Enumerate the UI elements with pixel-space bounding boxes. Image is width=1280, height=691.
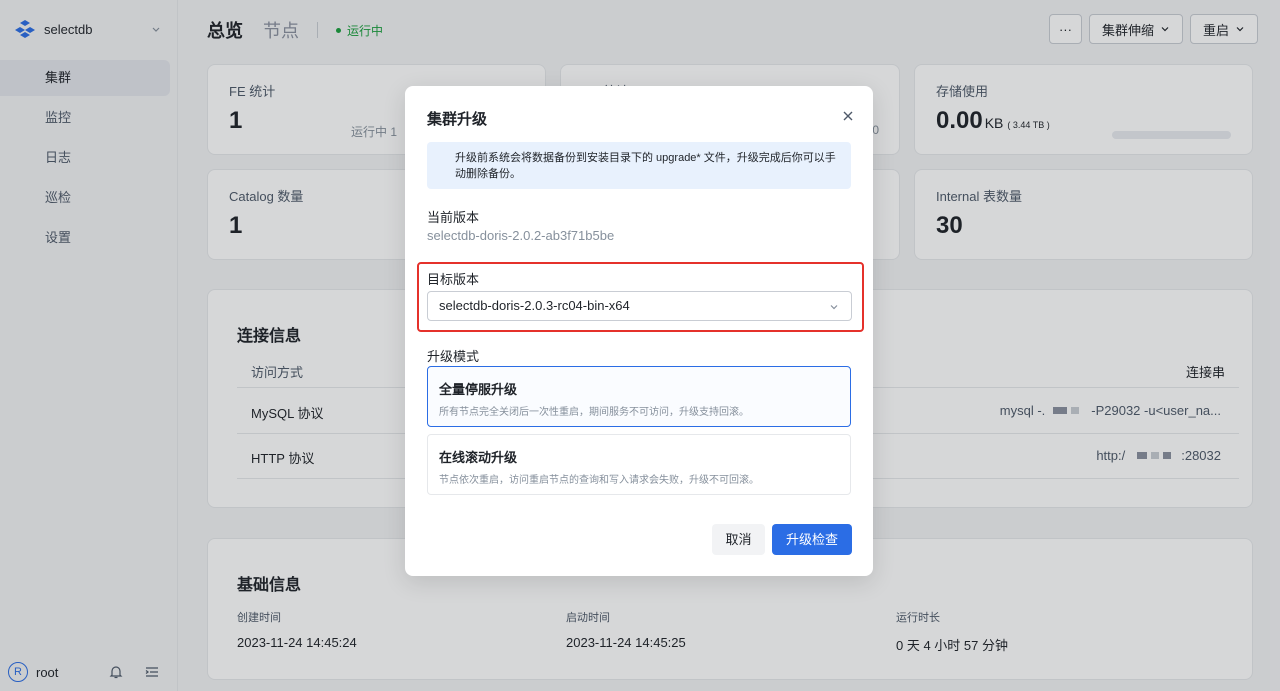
current-version-value: selectdb-doris-2.0.2-ab3f71b5be bbox=[427, 228, 615, 243]
mode-full-title: 全量停服升级 bbox=[439, 382, 518, 397]
close-icon[interactable] bbox=[841, 109, 855, 123]
backup-notice: 升级前系统会将数据备份到安装目录下的 upgrade* 文件，升级完成后你可以手… bbox=[427, 142, 851, 189]
upgrade-check-button[interactable]: 升级检查 bbox=[772, 524, 852, 555]
target-version-select[interactable]: selectdb-doris-2.0.3-rc04-bin-x64 bbox=[427, 291, 852, 321]
mode-rolling-option[interactable]: 在线滚动升级 节点依次重启，访问重启节点的查询和写入请求会失败，升级不可回滚。 bbox=[427, 434, 851, 495]
mode-full-desc: 所有节点完全关闭后一次性重启，期间服务不可访问，升级支持回滚。 bbox=[439, 407, 749, 418]
target-version-label: 目标版本 bbox=[427, 272, 480, 287]
mode-full-option[interactable]: 全量停服升级 所有节点完全关闭后一次性重启，期间服务不可访问，升级支持回滚。 bbox=[427, 366, 851, 427]
chevron-down-icon bbox=[830, 305, 838, 310]
cancel-button[interactable]: 取消 bbox=[712, 524, 765, 555]
mode-rolling-title: 在线滚动升级 bbox=[439, 450, 518, 465]
mode-rolling-desc: 节点依次重启，访问重启节点的查询和写入请求会失败，升级不可回滚。 bbox=[439, 475, 759, 486]
target-version-value: selectdb-doris-2.0.3-rc04-bin-x64 bbox=[439, 298, 630, 313]
upgrade-dialog: 集群升级 升级前系统会将数据备份到安装目录下的 upgrade* 文件，升级完成… bbox=[405, 86, 873, 576]
dialog-title: 集群升级 bbox=[427, 111, 488, 128]
upgrade-mode-label: 升级模式 bbox=[427, 349, 480, 364]
current-version-label: 当前版本 bbox=[427, 210, 480, 225]
